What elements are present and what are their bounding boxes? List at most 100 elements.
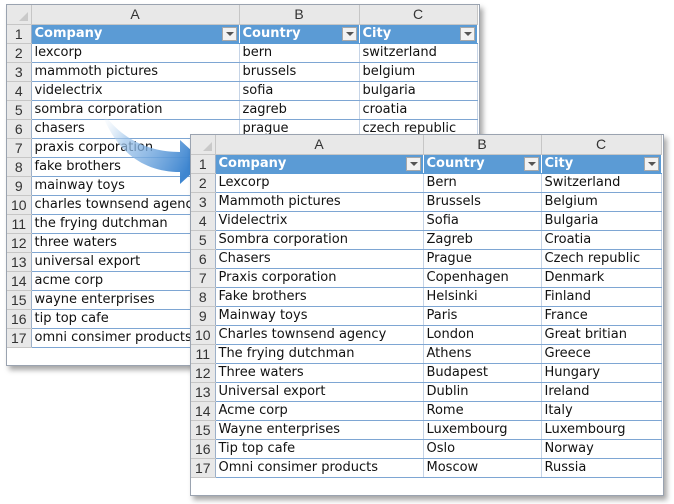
data-cell[interactable]: France bbox=[541, 306, 662, 326]
filter-dropdown-icon[interactable] bbox=[523, 156, 539, 171]
row-number[interactable]: 8 bbox=[7, 157, 32, 177]
data-cell[interactable]: Hungary bbox=[541, 363, 662, 383]
filter-dropdown-icon[interactable] bbox=[221, 26, 237, 41]
row-number[interactable]: 9 bbox=[7, 176, 32, 196]
data-cell[interactable]: Paris bbox=[423, 306, 542, 326]
data-cell[interactable]: Ireland bbox=[541, 382, 662, 402]
row-number[interactable]: 5 bbox=[191, 230, 216, 250]
data-cell[interactable]: zagreb bbox=[239, 100, 360, 120]
data-cell[interactable]: Russia bbox=[541, 458, 662, 478]
data-cell[interactable]: Sombra corporation bbox=[215, 230, 424, 250]
data-cell[interactable]: Dublin bbox=[423, 382, 542, 402]
data-cell[interactable]: brussels bbox=[239, 62, 360, 82]
data-cell[interactable]: Rome bbox=[423, 401, 542, 421]
data-cell[interactable]: Mainway toys bbox=[215, 306, 424, 326]
data-cell[interactable]: Finland bbox=[541, 287, 662, 307]
data-cell[interactable]: sofia bbox=[239, 81, 360, 101]
data-cell[interactable]: Wayne enterprises bbox=[215, 420, 424, 440]
data-cell[interactable]: Bern bbox=[423, 173, 542, 193]
data-cell[interactable]: lexcorp bbox=[31, 43, 240, 63]
data-cell[interactable]: Luxembourg bbox=[423, 420, 542, 440]
data-cell[interactable]: bulgaria bbox=[359, 81, 478, 101]
data-cell[interactable]: Denmark bbox=[541, 268, 662, 288]
data-cell[interactable]: The frying dutchman bbox=[215, 344, 424, 364]
data-cell[interactable]: Croatia bbox=[541, 230, 662, 250]
data-cell[interactable]: Zagreb bbox=[423, 230, 542, 250]
row-number[interactable]: 14 bbox=[7, 271, 32, 291]
row-number[interactable]: 5 bbox=[7, 100, 32, 120]
row-number[interactable]: 3 bbox=[7, 62, 32, 82]
header-cell-city[interactable]: City bbox=[541, 154, 662, 174]
data-cell[interactable]: Prague bbox=[423, 249, 542, 269]
row-number[interactable]: 15 bbox=[191, 420, 216, 440]
row-number[interactable]: 13 bbox=[7, 252, 32, 272]
data-cell[interactable]: switzerland bbox=[359, 43, 478, 63]
data-cell[interactable]: Videlectrix bbox=[215, 211, 424, 231]
column-header-a[interactable]: A bbox=[31, 5, 240, 25]
row-number[interactable]: 4 bbox=[7, 81, 32, 101]
row-number[interactable]: 7 bbox=[7, 138, 32, 158]
row-number[interactable]: 17 bbox=[191, 458, 216, 478]
data-cell[interactable]: Acme corp bbox=[215, 401, 424, 421]
data-cell[interactable]: Oslo bbox=[423, 439, 542, 459]
select-all-corner[interactable] bbox=[7, 5, 32, 25]
row-number[interactable]: 1 bbox=[191, 154, 216, 174]
row-number[interactable]: 16 bbox=[7, 309, 32, 329]
row-number[interactable]: 1 bbox=[7, 24, 32, 44]
data-cell[interactable]: Italy bbox=[541, 401, 662, 421]
column-header-c[interactable]: C bbox=[541, 135, 662, 155]
data-cell[interactable]: London bbox=[423, 325, 542, 345]
row-number[interactable]: 11 bbox=[191, 344, 216, 364]
row-number[interactable]: 7 bbox=[191, 268, 216, 288]
column-header-c[interactable]: C bbox=[359, 5, 478, 25]
data-cell[interactable]: Praxis corporation bbox=[215, 268, 424, 288]
data-cell[interactable]: Belgium bbox=[541, 192, 662, 212]
column-header-b[interactable]: B bbox=[423, 135, 542, 155]
row-number[interactable]: 12 bbox=[191, 363, 216, 383]
data-cell[interactable]: Helsinki bbox=[423, 287, 542, 307]
row-number[interactable]: 16 bbox=[191, 439, 216, 459]
header-cell-company[interactable]: Company bbox=[31, 24, 240, 44]
row-number[interactable]: 2 bbox=[191, 173, 216, 193]
row-number[interactable]: 10 bbox=[7, 195, 32, 215]
header-cell-country[interactable]: Country bbox=[423, 154, 542, 174]
data-cell[interactable]: Norway bbox=[541, 439, 662, 459]
filter-dropdown-icon[interactable] bbox=[459, 26, 475, 41]
select-all-corner[interactable] bbox=[191, 135, 216, 155]
row-number[interactable]: 8 bbox=[191, 287, 216, 307]
row-number[interactable]: 11 bbox=[7, 214, 32, 234]
filter-dropdown-icon[interactable] bbox=[643, 156, 659, 171]
row-number[interactable]: 9 bbox=[191, 306, 216, 326]
row-number[interactable]: 14 bbox=[191, 401, 216, 421]
row-number[interactable]: 15 bbox=[7, 290, 32, 310]
row-number[interactable]: 6 bbox=[7, 119, 32, 139]
data-cell[interactable]: Bulgaria bbox=[541, 211, 662, 231]
data-cell[interactable]: Moscow bbox=[423, 458, 542, 478]
data-cell[interactable]: Universal export bbox=[215, 382, 424, 402]
data-cell[interactable]: Czech republic bbox=[541, 249, 662, 269]
data-cell[interactable]: Sofia bbox=[423, 211, 542, 231]
data-cell[interactable]: Lexcorp bbox=[215, 173, 424, 193]
data-cell[interactable]: belgium bbox=[359, 62, 478, 82]
row-number[interactable]: 3 bbox=[191, 192, 216, 212]
data-cell[interactable]: bern bbox=[239, 43, 360, 63]
data-cell[interactable]: Switzerland bbox=[541, 173, 662, 193]
filter-dropdown-icon[interactable] bbox=[341, 26, 357, 41]
row-number[interactable]: 17 bbox=[7, 328, 32, 348]
data-cell[interactable]: Budapest bbox=[423, 363, 542, 383]
data-cell[interactable]: Copenhagen bbox=[423, 268, 542, 288]
data-cell[interactable]: videlectrix bbox=[31, 81, 240, 101]
data-cell[interactable]: Three waters bbox=[215, 363, 424, 383]
column-header-a[interactable]: A bbox=[215, 135, 424, 155]
data-cell[interactable]: Tip top cafe bbox=[215, 439, 424, 459]
row-number[interactable]: 2 bbox=[7, 43, 32, 63]
data-cell[interactable]: Omni consimer products bbox=[215, 458, 424, 478]
header-cell-city[interactable]: City bbox=[359, 24, 478, 44]
header-cell-company[interactable]: Company bbox=[215, 154, 424, 174]
data-cell[interactable]: Mammoth pictures bbox=[215, 192, 424, 212]
data-cell[interactable]: Luxembourg bbox=[541, 420, 662, 440]
data-cell[interactable]: Great britian bbox=[541, 325, 662, 345]
row-number[interactable]: 13 bbox=[191, 382, 216, 402]
data-cell[interactable]: Chasers bbox=[215, 249, 424, 269]
row-number[interactable]: 12 bbox=[7, 233, 32, 253]
